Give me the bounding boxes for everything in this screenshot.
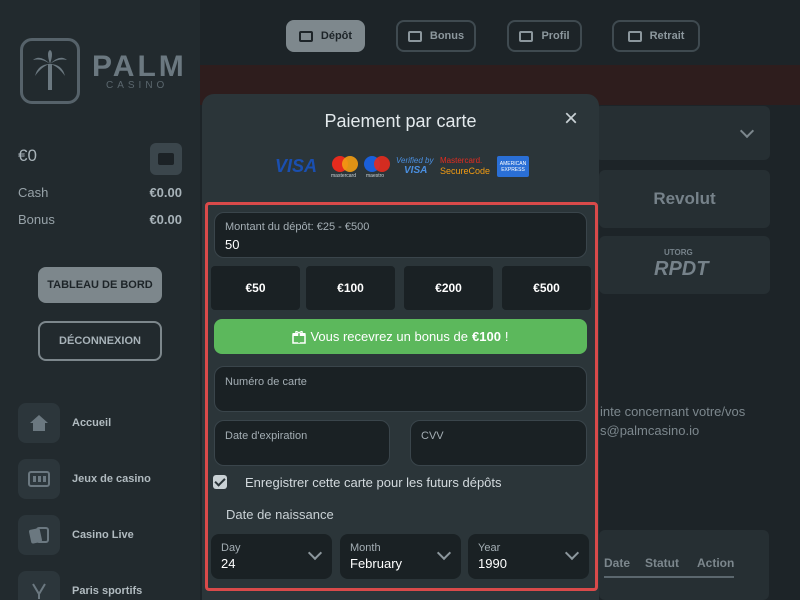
month-value: February xyxy=(350,556,403,571)
provider-rpdt[interactable]: UTORG RPDT xyxy=(599,236,770,294)
sports-icon[interactable] xyxy=(18,571,60,600)
amex-logo: AMERICAN EXPRESS xyxy=(497,156,529,177)
cards-icon[interactable] xyxy=(18,515,60,555)
wallet-icon xyxy=(158,153,174,165)
dob-month-select[interactable]: Month February xyxy=(340,534,461,579)
provider-revolut[interactable]: Revolut xyxy=(599,170,770,228)
amount-50-button[interactable]: €50 xyxy=(211,266,300,310)
col-action: Action xyxy=(697,556,735,570)
visa-logo: VISA xyxy=(275,156,318,176)
dob-year-select[interactable]: Year 1990 xyxy=(468,534,589,579)
tab-deposit[interactable]: Dépôt xyxy=(286,20,365,52)
verified-by-visa-logo: Verified by VISA xyxy=(396,156,434,176)
user-icon xyxy=(519,30,534,42)
maestro-logo: maestro xyxy=(362,155,392,179)
chevron-down-icon xyxy=(739,123,755,139)
dob-day-select[interactable]: Day 24 xyxy=(211,534,332,579)
deposit-amount-field[interactable]: Montant du dépôt: €25 - €500 50 xyxy=(214,212,587,258)
chevron-down-icon xyxy=(436,545,452,561)
mastercard-securecode-logo: Mastercard. SecureCode xyxy=(440,156,491,176)
logout-button[interactable]: DÉCONNEXION xyxy=(38,321,162,361)
brand-subtitle: CASINO xyxy=(106,80,169,91)
cvv-label: CVV xyxy=(421,430,444,442)
save-card-label[interactable]: Enregistrer cette carte pour les futurs … xyxy=(245,475,502,490)
brand-name: PALM xyxy=(92,50,187,83)
modal-title: Paiement par carte xyxy=(324,111,477,131)
cash-register-icon xyxy=(627,30,642,42)
gift-icon xyxy=(407,30,422,42)
nav-item-home[interactable]: Accueil xyxy=(72,417,111,429)
nav-item-casino-games[interactable]: Jeux de casino xyxy=(72,473,151,485)
wallet-button[interactable] xyxy=(150,143,182,175)
gift-icon xyxy=(292,330,307,344)
balance-value: €0 xyxy=(18,146,37,165)
expiry-date-field[interactable]: Date d'expiration xyxy=(214,420,390,466)
cvv-field[interactable]: CVV xyxy=(410,420,587,466)
deposit-amount-label: Montant du dépôt: €25 - €500 xyxy=(225,221,370,233)
nav-item-live-casino[interactable]: Casino Live xyxy=(72,529,134,541)
tab-profile[interactable]: Profil xyxy=(507,20,582,52)
day-value: 24 xyxy=(221,556,236,571)
tab-bonus[interactable]: Bonus xyxy=(396,20,476,52)
card-number-label: Numéro de carte xyxy=(225,376,307,388)
amount-200-button[interactable]: €200 xyxy=(404,266,493,310)
col-date: Date xyxy=(604,556,631,570)
save-card-checkbox[interactable] xyxy=(213,475,227,489)
deposit-amount-input[interactable]: 50 xyxy=(225,237,239,252)
col-status: Statut xyxy=(645,556,679,570)
contact-text: inte concernant votre/vos xyxy=(600,404,746,419)
day-label: Day xyxy=(221,542,241,554)
dashboard-button[interactable]: TABLEAU DE BORD xyxy=(38,267,162,303)
mastercard-logo: mastercard xyxy=(330,155,360,179)
wallet-icon xyxy=(298,30,313,42)
nav-item-sports-betting[interactable]: Paris sportifs xyxy=(72,585,142,597)
bonus-value: €0.00 xyxy=(149,212,182,227)
chevron-down-icon xyxy=(564,545,580,561)
amount-100-button[interactable]: €100 xyxy=(306,266,395,310)
month-label: Month xyxy=(350,542,381,554)
home-icon[interactable] xyxy=(18,403,60,443)
slot-machine-icon[interactable] xyxy=(18,459,60,499)
table-divider xyxy=(604,576,734,578)
country-select[interactable] xyxy=(595,106,770,160)
tab-withdraw[interactable]: Retrait xyxy=(612,20,700,52)
cash-value: €0.00 xyxy=(149,185,182,200)
year-label: Year xyxy=(478,542,501,554)
expiry-date-label: Date d'expiration xyxy=(225,430,308,442)
contact-email[interactable]: s@palmcasino.io xyxy=(600,423,699,438)
palm-logo-icon[interactable] xyxy=(20,38,80,104)
cash-label: Cash xyxy=(18,185,49,200)
bonus-label: Bonus xyxy=(18,212,55,227)
close-icon[interactable]: × xyxy=(560,107,582,131)
bonus-banner: Vous recevrez un bonus de €100 ! xyxy=(214,319,587,354)
year-value: 1990 xyxy=(478,556,507,571)
amount-500-button[interactable]: €500 xyxy=(502,266,591,310)
chevron-down-icon xyxy=(307,545,323,561)
card-number-field[interactable]: Numéro de carte xyxy=(214,366,587,412)
dob-label: Date de naissance xyxy=(226,507,334,522)
